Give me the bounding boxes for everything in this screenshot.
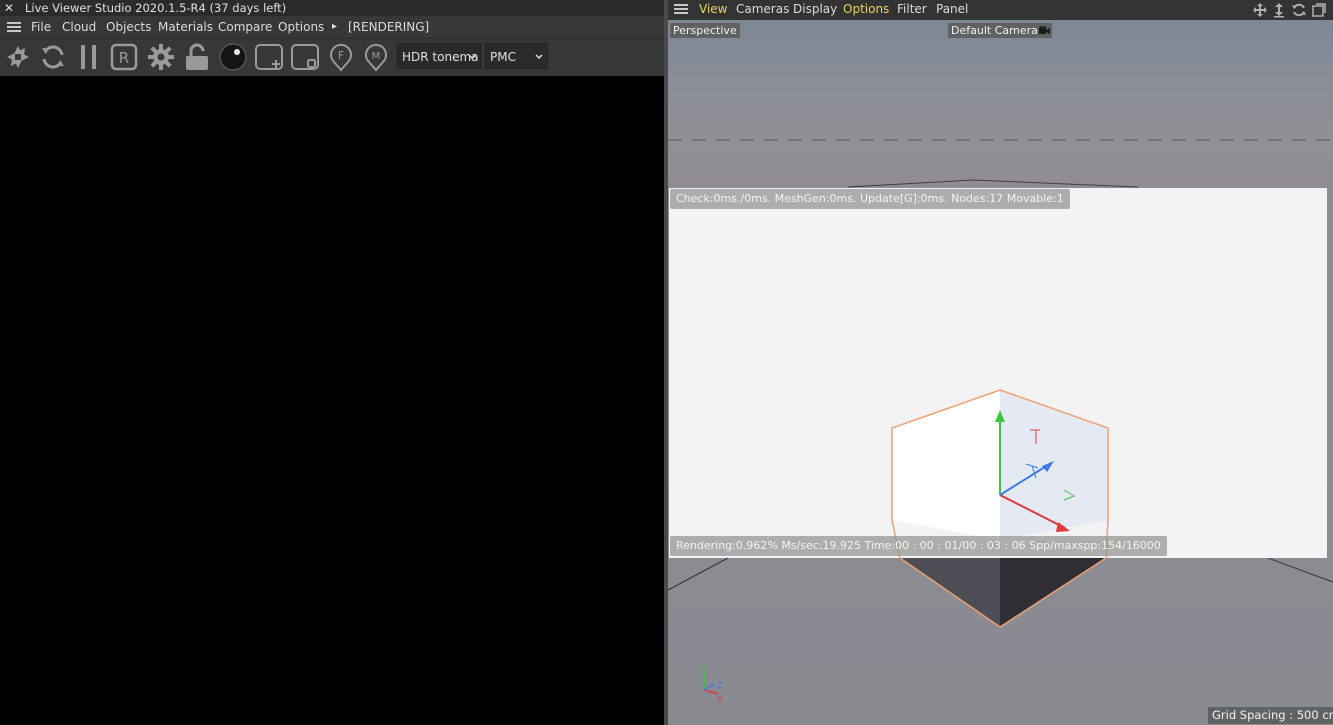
chevron-down-icon [535, 54, 543, 60]
render-output-area[interactable] [0, 76, 664, 725]
window-title: Live Viewer Studio 2020.1.5-R4 (37 days … [25, 1, 287, 15]
refresh-icon[interactable] [38, 42, 68, 72]
menu-options[interactable]: Options [278, 16, 324, 38]
grid-spacing-label: Grid Spacing : 500 cm [1208, 707, 1333, 724]
camera-name: Default Camera [951, 24, 1038, 37]
render-stats-top: Check:0ms./0ms. MeshGen:0ms. Update[G]:0… [670, 189, 1070, 209]
axis-y-label: Y [700, 663, 706, 672]
menu-view[interactable]: View [699, 0, 727, 20]
render-status: [RENDERING] [348, 20, 430, 34]
kernel-select[interactable]: PMC [485, 43, 548, 69]
viewport-scene[interactable]: Y Z X Perspective Default Camera Check:0… [668, 20, 1333, 725]
menu-cloud[interactable]: Cloud [62, 16, 96, 38]
region-render-icon[interactable]: R [109, 42, 139, 72]
rotate-view-icon[interactable] [1291, 2, 1307, 18]
menu-display[interactable]: Display [793, 0, 837, 20]
menu-objects[interactable]: Objects [106, 16, 151, 38]
tonemap-select[interactable]: HDR tonema [397, 43, 481, 69]
render-stats-bottom: Rendering:0.962% Ms/sec:19.925 Time:00 :… [670, 536, 1167, 556]
svg-text:F: F [338, 49, 344, 62]
menu-compare[interactable]: Compare [218, 16, 272, 38]
live-viewer-titlebar: ✕ Live Viewer Studio 2020.1.5-R4 (37 day… [0, 0, 664, 16]
live-viewer-toolbar: R F M HDR tonema PMC [0, 39, 664, 76]
add-region-icon[interactable] [254, 42, 284, 72]
maximize-view-icon[interactable] [1311, 2, 1327, 18]
focus-pin-icon[interactable]: F [326, 42, 356, 72]
settings-gear-icon[interactable] [146, 42, 176, 72]
close-icon[interactable]: ✕ [4, 0, 14, 16]
svg-text:M: M [372, 51, 381, 62]
chevron-down-icon [468, 54, 476, 60]
menu-arrow-icon[interactable]: ▸ [332, 16, 337, 38]
viewport-menubar: View Cameras Display Options Filter Pane… [668, 0, 1333, 20]
camera-icon [1038, 26, 1050, 34]
render-start-icon[interactable] [3, 42, 33, 72]
view-mode-label[interactable]: Perspective [670, 23, 740, 38]
menu-options[interactable]: Options [843, 0, 889, 20]
clay-region-icon[interactable] [290, 42, 320, 72]
menu-cameras[interactable]: Cameras [736, 0, 789, 20]
lock-icon[interactable] [182, 42, 212, 72]
menu-file[interactable]: File [31, 16, 51, 38]
zoom-view-icon[interactable] [1271, 2, 1287, 18]
menu-materials[interactable]: Materials [158, 16, 213, 38]
axis-x-label: X [717, 695, 723, 704]
menu-filter[interactable]: Filter [897, 0, 927, 20]
selected-cube[interactable]: Y Z X [668, 20, 1333, 725]
move-view-icon[interactable] [1252, 2, 1268, 18]
axis-z-label: Z [717, 681, 723, 690]
kernel-select-value: PMC [490, 50, 516, 64]
pause-icon[interactable] [74, 42, 104, 72]
hamburger-menu-icon[interactable] [674, 4, 688, 14]
hamburger-menu-icon[interactable] [7, 22, 21, 32]
material-sphere-icon[interactable] [218, 42, 248, 72]
camera-label[interactable]: Default Camera [948, 23, 1052, 38]
viewport-panel: View Cameras Display Options Filter Pane… [668, 0, 1333, 725]
live-viewer-menubar: File Cloud Objects Materials Compare Opt… [0, 16, 664, 39]
live-viewer-panel: ✕ Live Viewer Studio 2020.1.5-R4 (37 day… [0, 0, 664, 725]
svg-text:R: R [119, 49, 129, 67]
material-pin-icon[interactable]: M [361, 42, 391, 72]
menu-panel[interactable]: Panel [936, 0, 968, 20]
